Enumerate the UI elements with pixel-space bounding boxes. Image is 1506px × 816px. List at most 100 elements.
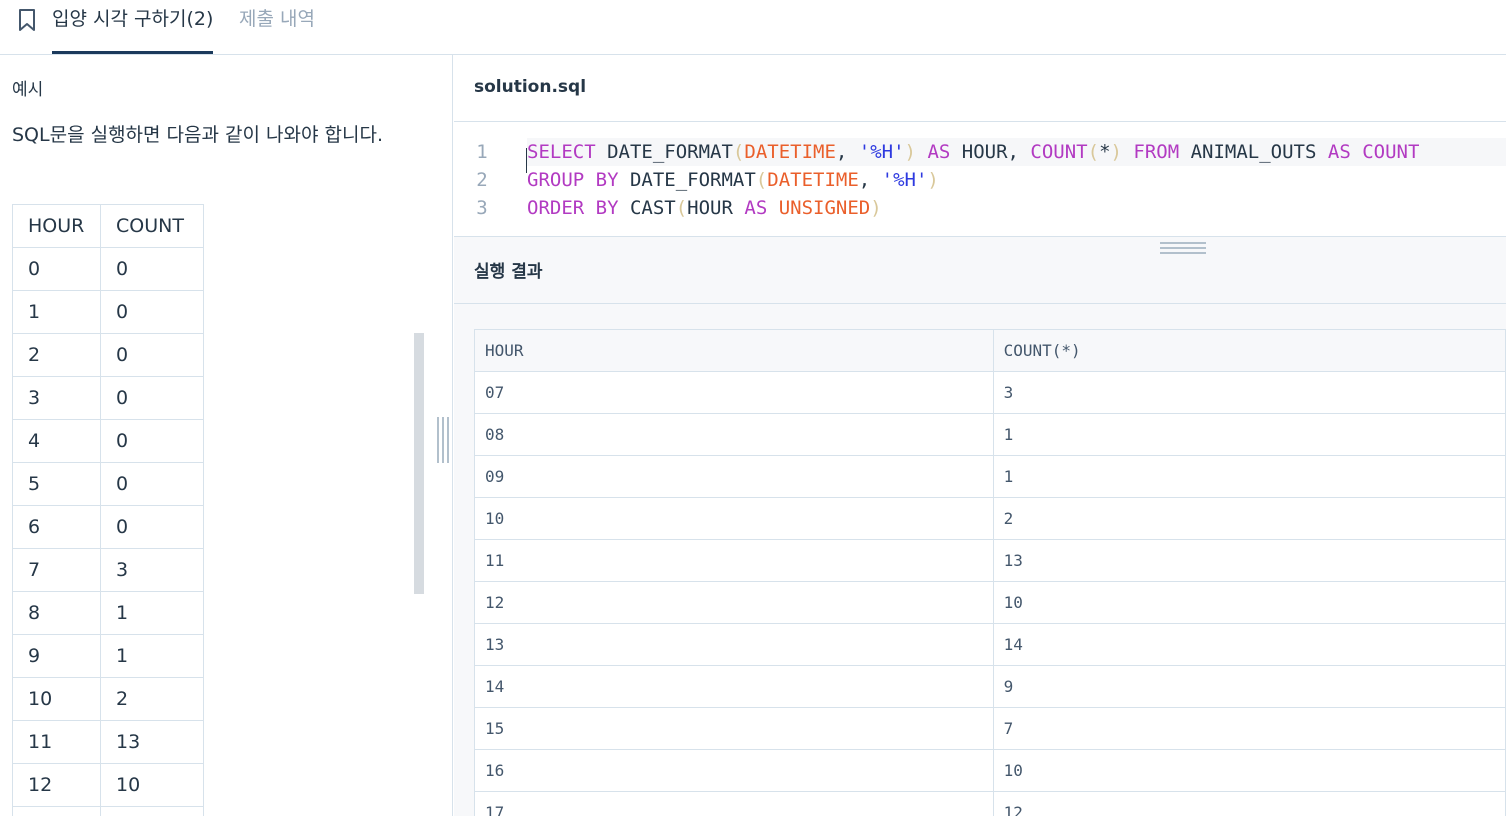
example-table-row: 40 bbox=[12, 419, 204, 463]
example-header-count: COUNT bbox=[100, 204, 204, 248]
example-cell-hour: 1 bbox=[12, 290, 101, 334]
code-line[interactable]: 1 SELECT DATE_FORMAT(DATETIME, '%H') AS H… bbox=[454, 138, 1506, 166]
result-table-row: 07 3 bbox=[474, 371, 1506, 414]
result-table-row: 13 14 bbox=[474, 623, 1506, 666]
example-cell-hour: 8 bbox=[12, 591, 101, 635]
example-cell-hour: 7 bbox=[12, 548, 101, 592]
code-token: ) bbox=[927, 169, 939, 191]
example-cell-count: 0 bbox=[100, 505, 204, 549]
code-token: , bbox=[858, 169, 882, 191]
example-table: HOUR COUNT 0 0 1 0 2 0 3 0 4 0 5 0 6 0 7 3 8 1 9 1 10 2 11 13 12… bbox=[12, 204, 204, 816]
result-cell-hour: 09 bbox=[474, 455, 994, 498]
problem-panel: 예시 SQL문을 실행하면 다음과 같이 나와야 합니다. HOUR COUNT… bbox=[0, 55, 453, 816]
code-token: ORDER BY bbox=[527, 197, 619, 219]
example-cell-hour: 3 bbox=[12, 376, 101, 420]
result-cell-hour: 16 bbox=[474, 749, 994, 792]
code-line[interactable]: 2 GROUP BY DATE_FORMAT(DATETIME, '%H') bbox=[454, 166, 939, 194]
code-token: ) bbox=[870, 197, 882, 219]
example-cell-hour: 5 bbox=[12, 462, 101, 506]
code-token: * bbox=[1099, 141, 1111, 163]
result-cell-count: 9 bbox=[992, 665, 1506, 708]
example-table-row: 10 2 bbox=[12, 677, 204, 721]
file-header: solution.sql bbox=[454, 55, 1506, 122]
example-cell-hour: 6 bbox=[12, 505, 101, 549]
example-cell-count bbox=[100, 806, 204, 816]
code-token: AS bbox=[916, 141, 951, 163]
code-text: ORDER BY CAST(HOUR AS UNSIGNED) bbox=[527, 194, 882, 222]
code-token: '%H' bbox=[858, 141, 905, 163]
tab-problem[interactable]: 입양 시각 구하기(2) bbox=[52, 0, 214, 54]
code-token: ) bbox=[1110, 141, 1122, 163]
example-cell-hour: 12 bbox=[12, 763, 101, 807]
tab-submissions[interactable]: 제출 내역 bbox=[239, 0, 315, 54]
code-editor[interactable]: 1 SELECT DATE_FORMAT(DATETIME, '%H') AS H… bbox=[454, 123, 1506, 236]
result-cell-hour: 07 bbox=[474, 371, 994, 414]
bookmark-icon[interactable] bbox=[16, 8, 38, 32]
top-tab-bar: 입양 시각 구하기(2) 제출 내역 bbox=[0, 0, 1506, 55]
example-cell-count: 1 bbox=[100, 591, 204, 635]
code-token: SELECT bbox=[527, 141, 596, 163]
result-area: HOUR COUNT(*) 07 3 08 1 09 1 10 2 11 13 12 10 13 14 14… bbox=[454, 304, 1506, 816]
code-token: CAST bbox=[618, 197, 676, 219]
example-cell-hour: 9 bbox=[12, 634, 101, 678]
result-cell-count: 1 bbox=[992, 455, 1506, 498]
result-cell-count: 14 bbox=[992, 623, 1506, 666]
result-title: 실행 결과 bbox=[474, 262, 543, 282]
result-cell-count: 7 bbox=[992, 707, 1506, 750]
panel-resize-handle[interactable] bbox=[436, 417, 450, 463]
code-token: DATE_FORMAT bbox=[595, 141, 733, 163]
code-token: ANIMAL_OUTS bbox=[1179, 141, 1328, 163]
result-cell-hour: 08 bbox=[474, 413, 994, 456]
code-token: HOUR bbox=[687, 197, 745, 219]
example-table-row: 60 bbox=[12, 505, 204, 549]
result-table-row: 17 12 bbox=[474, 791, 1506, 816]
example-cell-count: 13 bbox=[100, 720, 204, 764]
result-table-row: 12 10 bbox=[474, 581, 1506, 624]
example-cell-count: 0 bbox=[100, 247, 204, 291]
example-cell-count: 1 bbox=[100, 634, 204, 678]
code-token: '%H' bbox=[881, 169, 928, 191]
result-table-row: 14 9 bbox=[474, 665, 1506, 708]
result-table: HOUR COUNT(*) 07 3 08 1 09 1 10 2 11 13 12 10 13 14 14… bbox=[474, 329, 1506, 816]
code-line[interactable]: 3 ORDER BY CAST(HOUR AS UNSIGNED) bbox=[454, 194, 881, 222]
result-cell-hour: 11 bbox=[474, 539, 994, 582]
example-cell-count: 0 bbox=[100, 419, 204, 463]
example-table-row: 10 bbox=[12, 290, 204, 334]
code-token: ) bbox=[904, 141, 916, 163]
example-cell-count: 10 bbox=[100, 763, 204, 807]
result-table-row: 10 2 bbox=[474, 497, 1506, 540]
example-table-row: 11 13 bbox=[12, 720, 204, 764]
code-token: GROUP BY bbox=[527, 169, 619, 191]
example-description: SQL문을 실행하면 다음과 같이 나와야 합니다. bbox=[12, 124, 383, 146]
result-resize-handle[interactable] bbox=[1160, 242, 1206, 254]
example-table-row: 12 10 bbox=[12, 763, 204, 807]
example-cell-count: 2 bbox=[100, 677, 204, 721]
editor-panel: solution.sql 1 SELECT DATE_FORMAT(DATETIM… bbox=[454, 55, 1506, 816]
example-cell-count: 3 bbox=[100, 548, 204, 592]
code-text: SELECT DATE_FORMAT(DATETIME, '%H') AS HO… bbox=[527, 138, 1506, 166]
code-token: ( bbox=[732, 141, 745, 163]
code-token: COUNT bbox=[1030, 141, 1088, 163]
code-token: ( bbox=[1087, 141, 1100, 163]
result-table-row: 15 7 bbox=[474, 707, 1506, 750]
example-table-row: 73 bbox=[12, 548, 204, 592]
result-cell-count: 10 bbox=[992, 749, 1506, 792]
result-table-row: 09 1 bbox=[474, 455, 1506, 498]
example-cell-hour: 0 bbox=[12, 247, 101, 291]
result-cell-count: 13 bbox=[992, 539, 1506, 582]
scrollbar-thumb[interactable] bbox=[414, 333, 424, 594]
code-token: ( bbox=[675, 197, 688, 219]
example-table-row: 20 bbox=[12, 333, 204, 377]
example-cell-hour bbox=[12, 806, 101, 816]
result-header-count: COUNT(*) bbox=[992, 329, 1506, 372]
code-token: DATETIME bbox=[744, 141, 836, 163]
result-header-hour: HOUR bbox=[474, 329, 994, 372]
code-text: GROUP BY DATE_FORMAT(DATETIME, '%H') bbox=[527, 166, 939, 194]
example-cell-hour: 11 bbox=[12, 720, 101, 764]
result-cell-count: 1 bbox=[992, 413, 1506, 456]
line-number: 2 bbox=[476, 169, 488, 191]
example-cell-count: 0 bbox=[100, 333, 204, 377]
result-cell-hour: 10 bbox=[474, 497, 994, 540]
example-table-row bbox=[12, 806, 204, 816]
result-cell-count: 10 bbox=[992, 581, 1506, 624]
